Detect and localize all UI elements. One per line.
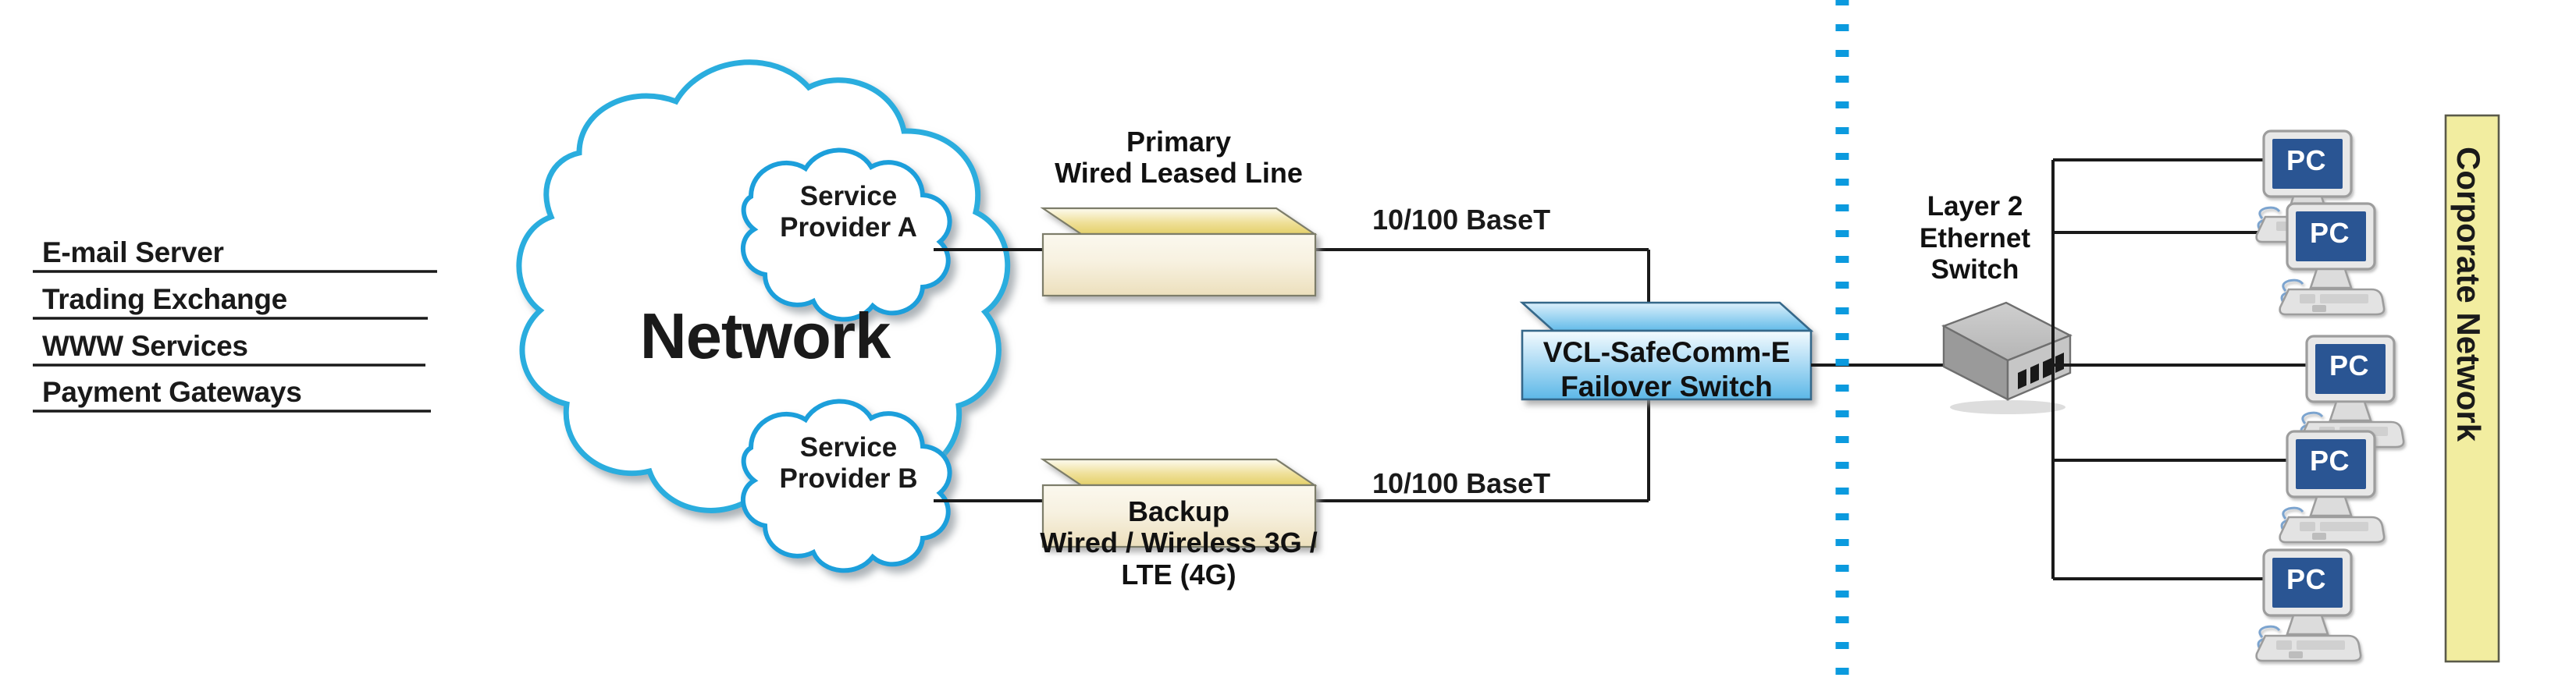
pc-label-3: PC bbox=[2329, 349, 2370, 381]
primary-link-label: 10/100 BaseT bbox=[1372, 204, 1551, 236]
service-label-payment-gateways: Payment Gateways bbox=[42, 376, 302, 408]
ethernet-switch-caption-line2: Ethernet bbox=[1920, 222, 2030, 254]
pc-label-2: PC bbox=[2310, 217, 2350, 249]
corporate-network-label: Corporate Network bbox=[2450, 147, 2487, 442]
service-provider-b-line2: Provider B bbox=[779, 463, 918, 495]
network-diagram-canvas: E-mail Server Trading Exchange WWW Servi… bbox=[0, 0, 2576, 681]
service-provider-a-line2: Provider A bbox=[780, 212, 917, 243]
ethernet-switch-caption-line1: Layer 2 bbox=[1927, 191, 2023, 222]
primary-router-shape bbox=[1040, 207, 1318, 297]
pc-label-1: PC bbox=[2286, 144, 2327, 176]
service-provider-b-line1: Service bbox=[799, 432, 898, 463]
network-cloud-label: Network bbox=[639, 300, 891, 372]
service-label-www-services: WWW Services bbox=[42, 330, 248, 362]
layer2-ethernet-switch-shape bbox=[1941, 301, 2073, 414]
service-provider-a-label: Service Provider A bbox=[751, 181, 946, 244]
primary-router-caption: Primary Wired Leased Line bbox=[999, 126, 1358, 190]
backup-router-caption-line1: Backup bbox=[1127, 495, 1230, 527]
backup-router-caption-line2: Wired / Wireless 3G / bbox=[1040, 527, 1318, 559]
ethernet-switch-caption-line3: Switch bbox=[1930, 254, 2019, 286]
backup-router-caption-line3: LTE (4G) bbox=[1121, 558, 1236, 591]
service-provider-a-line1: Service bbox=[799, 181, 898, 211]
primary-router-caption-line1: Primary bbox=[1126, 126, 1232, 158]
pc-label-5: PC bbox=[2286, 563, 2327, 595]
backup-link-label: 10/100 BaseT bbox=[1372, 467, 1551, 499]
failover-switch-line2: Failover Switch bbox=[1560, 370, 1773, 403]
ethernet-switch-caption: Layer 2 Ethernet Switch bbox=[1881, 191, 2069, 286]
service-label-trading-exchange: Trading Exchange bbox=[42, 283, 287, 315]
service-provider-b-label: Service Provider B bbox=[751, 432, 946, 495]
pc-label-4: PC bbox=[2310, 445, 2350, 477]
backup-router-caption: Backup Wired / Wireless 3G / LTE (4G) bbox=[980, 495, 1378, 591]
failover-switch-label: VCL-SafeComm-E Failover Switch bbox=[1522, 335, 1811, 403]
failover-switch-line1: VCL-SafeComm-E bbox=[1542, 336, 1791, 368]
service-label-email-server: E-mail Server bbox=[42, 236, 224, 268]
primary-router-caption-line2: Wired Leased Line bbox=[1055, 157, 1303, 190]
